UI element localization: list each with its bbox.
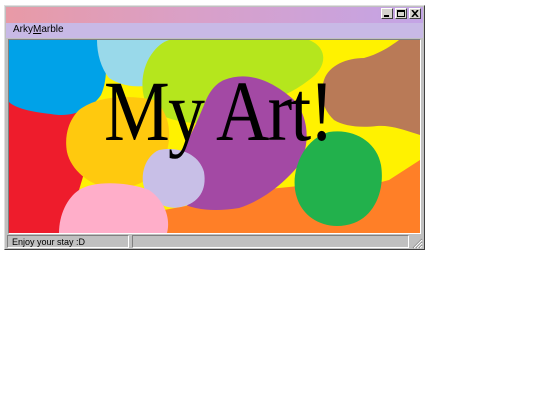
minimize-button[interactable] bbox=[381, 8, 393, 19]
window-controls bbox=[381, 8, 421, 19]
artwork-canvas: My Art! bbox=[8, 39, 421, 234]
menu-bar: ArkyMarble bbox=[6, 23, 423, 38]
menu-item-arkymarble[interactable]: ArkyMarble bbox=[13, 24, 64, 35]
app-window: ArkyMarble My Art! Enjoy your stay :D bbox=[4, 5, 425, 250]
status-message: Enjoy your stay :D bbox=[7, 235, 129, 248]
resize-grip-icon[interactable] bbox=[411, 237, 423, 249]
maximize-icon bbox=[397, 10, 405, 17]
menu-label-part-2: arble bbox=[41, 24, 64, 35]
artwork-title: My Art! bbox=[104, 63, 334, 159]
close-button[interactable] bbox=[409, 8, 421, 19]
status-bar: Enjoy your stay :D bbox=[6, 235, 423, 249]
menu-label-part-1: Arky bbox=[13, 24, 33, 35]
title-bar[interactable] bbox=[6, 7, 423, 23]
close-icon bbox=[411, 10, 419, 17]
maximize-button[interactable] bbox=[395, 8, 407, 19]
status-secondary-pane bbox=[132, 235, 409, 248]
minimize-icon bbox=[384, 15, 389, 17]
